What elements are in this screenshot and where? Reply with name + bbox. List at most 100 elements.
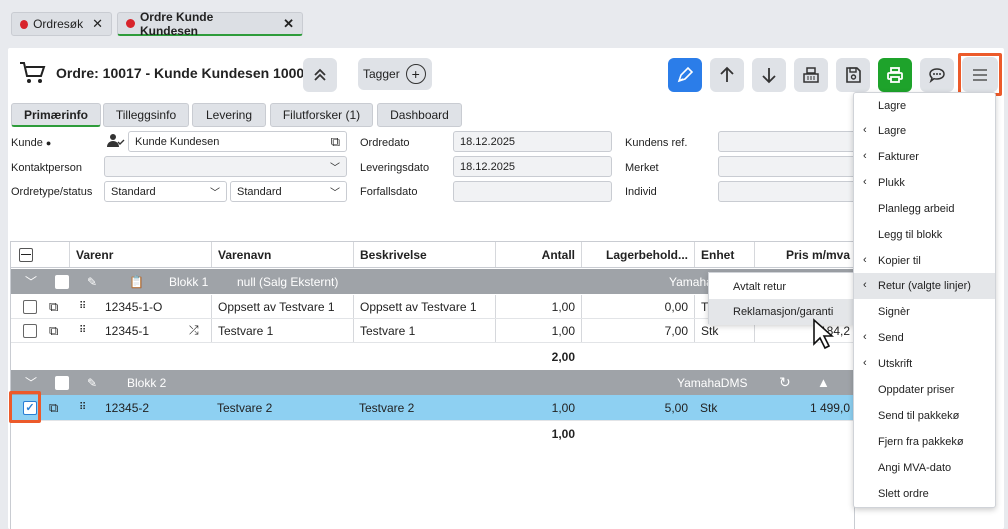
block-checkbox[interactable] — [55, 274, 69, 289]
row-checkbox[interactable] — [23, 323, 37, 338]
kunde-value: Kunde Kundesen — [135, 135, 220, 148]
tab-ordresok[interactable]: Ordresøk ✕ — [11, 12, 112, 36]
user-check-icon[interactable] — [107, 133, 125, 149]
table-row-selected[interactable]: ✓ ⧉ ⠿ 12345-2 Testvare 2 Testvare 2 1,00… — [11, 395, 854, 421]
tab-dashboard[interactable]: Dashboard — [377, 103, 462, 127]
move-down-button[interactable] — [752, 58, 786, 92]
status-value: Standard — [237, 185, 282, 198]
ordretype-label: Ordretype/status — [11, 186, 93, 198]
shuffle-icon[interactable]: ⤮ — [183, 319, 205, 342]
col-varenr[interactable]: Varenr — [69, 242, 210, 267]
kontaktperson-select[interactable]: ﹀ — [104, 156, 347, 177]
menu-item-lagre[interactable]: Lagre — [854, 93, 995, 119]
open-external-icon[interactable]: ⧉ — [43, 295, 64, 318]
block-row[interactable]: ﹀ ✎ Blokk 2 YamahaDMS ↻ ▲ — [11, 370, 854, 395]
chevron-left-icon: ‹ — [863, 254, 867, 266]
menu-item-lagre-sub[interactable]: ‹ Lagre — [854, 118, 995, 144]
status-select[interactable]: Standard ﹀ — [230, 181, 347, 202]
menu-item-plukk[interactable]: ‹ Plukk — [854, 170, 995, 196]
cell-antall: 1,00 — [551, 400, 575, 415]
col-pris[interactable]: Pris m/mva — [754, 242, 854, 267]
col-enhet[interactable]: Enhet — [694, 242, 754, 267]
block-name: Blokk 2 — [127, 375, 167, 390]
block-checkbox[interactable] — [55, 375, 69, 390]
menu-item-angi-mva-dato[interactable]: Angi MVA-dato — [854, 455, 995, 481]
tagger-button[interactable]: Tagger + — [358, 58, 432, 90]
menu-item-fakturer[interactable]: ‹ Fakturer — [854, 144, 995, 170]
drag-handle-icon[interactable]: ⠿ — [73, 395, 92, 420]
block-checkbox-cell[interactable] — [49, 269, 75, 294]
merket-label: Merket — [625, 162, 659, 174]
cell-beskrivelse: Testvare 1 — [353, 319, 495, 342]
menu-item-utskrift[interactable]: ‹ Utskrift — [854, 351, 995, 377]
col-varenavn[interactable]: Varenavn — [211, 242, 353, 267]
more-menu-button[interactable] — [962, 57, 998, 92]
ordredato-field[interactable]: 18.12.2025 — [453, 131, 612, 152]
tab-filutforsker[interactable]: Filutforsker (1) — [270, 103, 373, 127]
tab-levering[interactable]: Levering — [192, 103, 266, 127]
edit-button[interactable] — [668, 58, 702, 92]
open-external-icon[interactable]: ⧉ — [43, 395, 64, 420]
row-checkbox-cell[interactable] — [17, 295, 43, 318]
select-all-checkbox[interactable]: — — [19, 247, 33, 262]
menu-item-fjern-fra-pakkeko[interactable]: Fjern fra pakkekø — [854, 429, 995, 455]
cash-register-button[interactable] — [794, 58, 828, 92]
submenu-avtalt-retur[interactable]: Avtalt retur — [709, 274, 853, 300]
open-external-icon[interactable]: ⧉ — [43, 319, 64, 342]
menu-label: Plukk — [878, 177, 905, 189]
tab-primaerinfo[interactable]: Primærinfo — [11, 103, 101, 127]
col-antall[interactable]: Antall — [495, 242, 581, 267]
tab-ordre-kunde[interactable]: Ordre Kunde Kundesen ✕ — [117, 10, 303, 38]
menu-item-retur[interactable]: ‹ Retur (valgte linjer) — [854, 273, 995, 299]
tab-tilleggsinfo[interactable]: Tilleggsinfo — [103, 103, 189, 127]
collapse-chevron-icon[interactable]: ﹀ — [19, 269, 43, 294]
comment-button[interactable] — [920, 58, 954, 92]
col-lagerbeholdning[interactable]: Lagerbehold... — [581, 242, 694, 267]
chat-bubble-icon — [929, 68, 945, 84]
cell-lager: 0,00 — [581, 295, 694, 318]
print-button[interactable] — [878, 58, 912, 92]
sum-antall: 1,00 — [551, 427, 575, 441]
close-icon[interactable]: ✕ — [283, 16, 294, 32]
menu-item-send-til-pakkeko[interactable]: Send til pakkekø — [854, 403, 995, 429]
menu-label: Planlegg arbeid — [878, 203, 955, 215]
ordretype-value: Standard — [111, 185, 156, 198]
menu-item-slett-ordre[interactable]: Slett ordre — [854, 481, 995, 507]
ordretype-select[interactable]: Standard ﹀ — [104, 181, 227, 202]
drag-handle-icon[interactable]: ⠿ — [73, 319, 92, 342]
pencil-icon[interactable]: ✎ — [81, 370, 103, 395]
shapes-icon[interactable]: ▲ — [811, 370, 836, 395]
forfallsdato-field[interactable] — [453, 181, 612, 202]
kundens-ref-field[interactable] — [718, 131, 858, 152]
merket-field[interactable] — [718, 156, 858, 177]
menu-item-kopier-til[interactable]: ‹ Kopier til — [854, 248, 995, 274]
menu-item-oppdater-priser[interactable]: Oppdater priser — [854, 377, 995, 403]
collapse-header-button[interactable] — [303, 58, 337, 92]
menu-item-signer[interactable]: Signèr — [854, 299, 995, 325]
menu-item-legg-til-blokk[interactable]: Legg til blokk — [854, 222, 995, 248]
col-beskrivelse[interactable]: Beskrivelse — [353, 242, 495, 267]
move-up-button[interactable] — [710, 58, 744, 92]
block-checkbox-cell[interactable] — [49, 370, 75, 395]
row-checkbox-cell[interactable] — [17, 319, 43, 342]
menu-item-send[interactable]: ‹ Send — [854, 325, 995, 351]
cell-lager: 5,00 — [664, 400, 688, 415]
save-button[interactable] — [836, 58, 870, 92]
leveringsdato-field[interactable]: 18.12.2025 — [453, 156, 612, 177]
pencil-icon[interactable]: ✎ — [81, 269, 103, 294]
chevron-down-icon: ﹀ — [210, 188, 220, 199]
kunde-field[interactable]: Kunde Kundesen ⧉ — [128, 131, 347, 152]
menu-label: Fakturer — [878, 151, 919, 163]
individ-field[interactable] — [718, 181, 858, 202]
cell-varenr: 12345-2 — [105, 400, 150, 415]
cell-pris: 1 499,0 — [809, 400, 850, 415]
clipboard-check-icon[interactable]: 📋 — [123, 269, 150, 294]
close-icon[interactable]: ✕ — [92, 16, 103, 32]
drag-handle-icon[interactable]: ⠿ — [73, 295, 91, 318]
history-icon[interactable]: ↻ — [773, 370, 797, 395]
block-description: null (Salg Eksternt) — [237, 274, 339, 289]
open-external-icon[interactable]: ⧉ — [331, 134, 340, 150]
menu-label: Kopier til — [878, 255, 921, 267]
menu-item-planlegg-arbeid[interactable]: Planlegg arbeid — [854, 196, 995, 222]
row-checkbox[interactable] — [23, 299, 37, 314]
